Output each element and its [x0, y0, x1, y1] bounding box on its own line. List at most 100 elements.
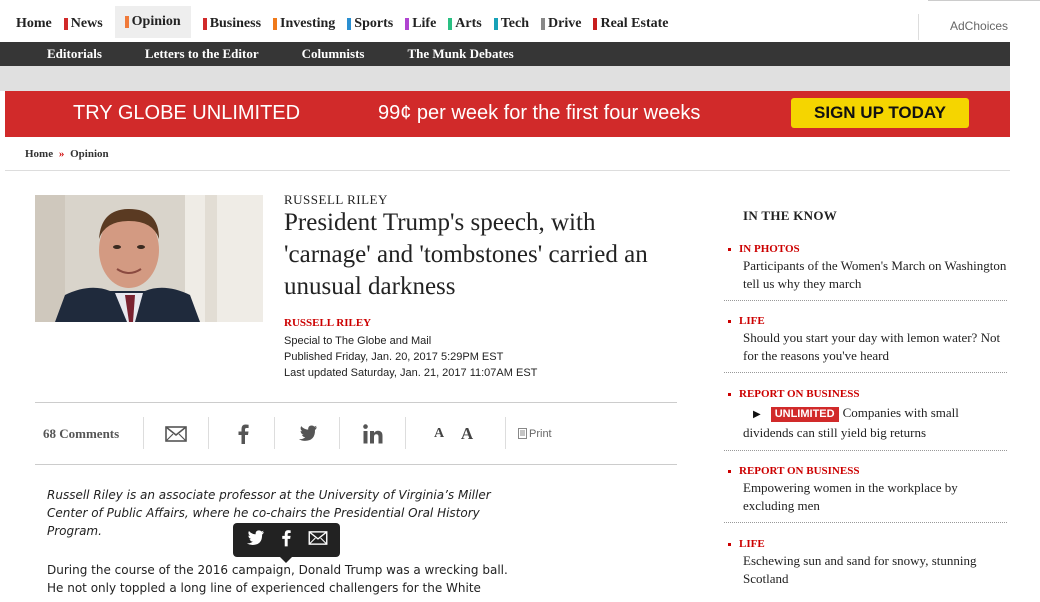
nav-investing[interactable]: Investing: [273, 10, 335, 38]
top-nav: Home News Opinion Business Investing Spo…: [0, 0, 1040, 42]
adchoices-box-edge: [928, 0, 1040, 3]
nav-life-marker: [405, 18, 410, 30]
toolbar-separator: [405, 417, 406, 449]
section-nav-list: Home News Opinion Business Investing Spo…: [16, 6, 681, 38]
sidebar-story[interactable]: REPORT ON BUSINESS ▶ UNLIMITED Companies w…: [724, 388, 1007, 442]
breadcrumb-opinion[interactable]: Opinion: [70, 148, 109, 160]
breadcrumb-separator: »: [58, 148, 65, 160]
sidebar-story[interactable]: IN PHOTOS Participants of the Women's Ma…: [724, 243, 1007, 293]
adchoices-link[interactable]: AdChoices: [950, 19, 1008, 33]
email-share-button[interactable]: [153, 403, 198, 464]
subnav-letters[interactable]: Letters to the Editor: [145, 46, 259, 62]
nav-home[interactable]: Home: [16, 10, 52, 38]
twitter-share-button[interactable]: [287, 403, 327, 464]
nav-life[interactable]: Life: [405, 10, 436, 38]
subnav-columnists[interactable]: Columnists: [302, 46, 365, 62]
nav-drive[interactable]: Drive: [541, 10, 581, 38]
nav-sports[interactable]: Sports: [347, 10, 393, 38]
unlimited-badge: UNLIMITED: [770, 407, 839, 422]
special-to: Special to The Globe and Mail: [284, 335, 432, 347]
sidebar-story-title[interactable]: ▶ UNLIMITED Companies with small dividends…: [743, 404, 1007, 442]
promo-offer: 99¢ per week for the first four weeks: [378, 102, 701, 124]
promo-headline: TRY GLOBE UNLIMITED: [73, 102, 301, 124]
sidebar-story-section-label: LIFE: [739, 538, 765, 550]
sidebar-story-section-label: REPORT ON BUSINESS: [739, 465, 860, 477]
subnav-munk-debates[interactable]: The Munk Debates: [407, 46, 513, 62]
selection-share-popup: [233, 523, 340, 563]
facebook-icon: [282, 529, 291, 546]
columnist-kicker[interactable]: RUSSELL RILEY: [284, 192, 388, 208]
nav-business-marker: [202, 18, 207, 30]
article-meta: Special to The Globe and Mail Published …: [284, 333, 537, 381]
print-icon: [518, 428, 527, 439]
article-paragraph: During the course of the 2016 campaign, …: [47, 563, 508, 595]
sidebar-story[interactable]: LIFE Eschewing sun and sand for snowy, s…: [724, 538, 1007, 588]
popup-twitter-button[interactable]: [245, 529, 265, 551]
nav-real-estate-label: Real Estate: [600, 16, 669, 31]
toolbar-separator: [339, 417, 340, 449]
sidebar-story-section: LIFE: [724, 315, 1007, 327]
opinion-subnav: Editorials Letters to the Editor Columni…: [0, 42, 1010, 66]
nav-opinion[interactable]: Opinion: [114, 6, 191, 38]
toolbar-separator: [208, 417, 209, 449]
twitter-icon: [247, 529, 265, 545]
published-date: Published Friday, Jan. 20, 2017 5:29PM E…: [284, 351, 504, 363]
sidebar-story-section: REPORT ON BUSINESS: [724, 388, 1007, 400]
promo-banner[interactable]: TRY GLOBE UNLIMITED 99¢ per week for the…: [5, 91, 1010, 137]
print-button[interactable]: Print: [518, 403, 552, 464]
nav-news-label: News: [70, 16, 103, 31]
sidebar-story-title[interactable]: Should you start your day with lemon wat…: [743, 329, 1007, 365]
nav-news[interactable]: News: [63, 10, 103, 38]
nav-opinion-marker: [124, 16, 129, 28]
font-decrease-button[interactable]: A: [427, 403, 451, 464]
sidebar-story-section: IN PHOTOS: [724, 243, 1007, 255]
linkedin-share-button[interactable]: [353, 403, 393, 464]
nav-sports-marker: [347, 18, 352, 30]
nav-real-estate[interactable]: Real Estate: [593, 10, 669, 38]
sidebar-divider: [724, 522, 1007, 523]
facebook-share-button[interactable]: [223, 403, 263, 464]
nav-real-estate-marker: [593, 18, 598, 30]
sidebar-story[interactable]: LIFE Should you start your day with lemo…: [724, 315, 1007, 365]
comments-link[interactable]: 68 Comments: [43, 403, 119, 464]
article-headline: President Trump's speech, with 'carnage'…: [284, 209, 648, 300]
sidebar-story-title[interactable]: Eschewing sun and sand for snowy, stunni…: [743, 552, 1007, 588]
breadcrumb-rule: [5, 170, 1010, 171]
sidebar-story-title[interactable]: Participants of the Women's March on Was…: [743, 257, 1007, 293]
sidebar-story-title[interactable]: Empowering women in the workplace by exc…: [743, 479, 1007, 515]
nav-home-label: Home: [16, 16, 52, 31]
nav-tech[interactable]: Tech: [493, 10, 529, 38]
font-increase-button[interactable]: A: [455, 403, 479, 464]
sidebar-divider: [724, 372, 1007, 373]
author-photo[interactable]: ⊕: [35, 195, 263, 322]
bullet-icon: [728, 319, 731, 323]
sidebar-story[interactable]: REPORT ON BUSINESS Empowering women in t…: [724, 465, 1007, 515]
updated-date: Last updated Saturday, Jan. 21, 2017 11:…: [284, 367, 538, 379]
byline[interactable]: RUSSELL RILEY: [284, 317, 371, 329]
breadcrumb: Home » Opinion: [25, 148, 109, 160]
popup-email-button[interactable]: [308, 530, 328, 550]
nav-business[interactable]: Business: [202, 10, 262, 38]
author-photo-image: [35, 195, 263, 322]
bullet-icon: [728, 469, 731, 473]
facebook-icon: [238, 424, 249, 444]
ad-band: [0, 66, 1010, 91]
nav-opinion-label: Opinion: [131, 14, 181, 29]
subnav-editorials[interactable]: Editorials: [47, 46, 102, 62]
subnav-list: Editorials Letters to the Editor Columni…: [0, 42, 1010, 66]
nav-arts[interactable]: Arts: [448, 10, 482, 38]
toolbar-separator: [505, 417, 506, 449]
toolbar-separator: [274, 417, 275, 449]
email-icon: [164, 425, 187, 442]
sidebar-title: IN THE KNOW: [743, 208, 838, 223]
nav-arts-marker: [448, 18, 453, 30]
nav-arts-label: Arts: [455, 16, 482, 31]
sidebar-story-section: REPORT ON BUSINESS: [724, 465, 1007, 477]
twitter-icon: [298, 425, 317, 441]
sidebar-story-section-label: IN PHOTOS: [739, 243, 800, 255]
nav-business-label: Business: [209, 16, 262, 31]
breadcrumb-home[interactable]: Home: [25, 148, 53, 160]
signup-button[interactable]: SIGN UP TODAY: [791, 98, 969, 128]
share-toolbar: 68 Comments A A Print: [35, 402, 677, 465]
popup-facebook-button[interactable]: [281, 529, 291, 552]
